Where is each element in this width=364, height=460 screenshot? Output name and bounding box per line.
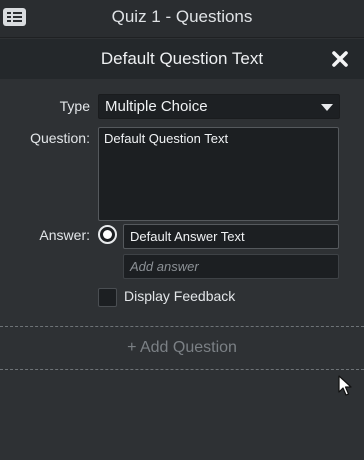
answer-label: Answer: <box>39 227 90 243</box>
mouse-pointer-icon <box>338 375 352 396</box>
title-bar: Quiz 1 - Questions <box>0 0 364 38</box>
type-select[interactable]: Multiple Choice <box>98 94 340 119</box>
type-select-value: Multiple Choice <box>105 98 208 115</box>
close-icon[interactable] <box>330 49 350 69</box>
question-textarea[interactable]: Default Question Text <box>98 127 339 221</box>
answer-input[interactable]: Default Answer Text <box>123 224 339 249</box>
window-title: Quiz 1 - Questions <box>111 7 253 26</box>
add-answer-input[interactable]: Add answer <box>123 254 339 279</box>
panel-header: Default Question Text <box>0 39 364 79</box>
display-feedback-checkbox[interactable] <box>98 288 117 307</box>
question-label: Question: <box>30 130 90 146</box>
display-feedback-label: Display Feedback <box>124 288 236 304</box>
answer-correct-radio[interactable] <box>98 225 117 244</box>
add-question-button[interactable]: + Add Question <box>0 326 364 370</box>
panel-title: Default Question Text <box>100 49 264 68</box>
chevron-down-icon <box>321 104 333 111</box>
type-label: Type <box>59 98 90 114</box>
